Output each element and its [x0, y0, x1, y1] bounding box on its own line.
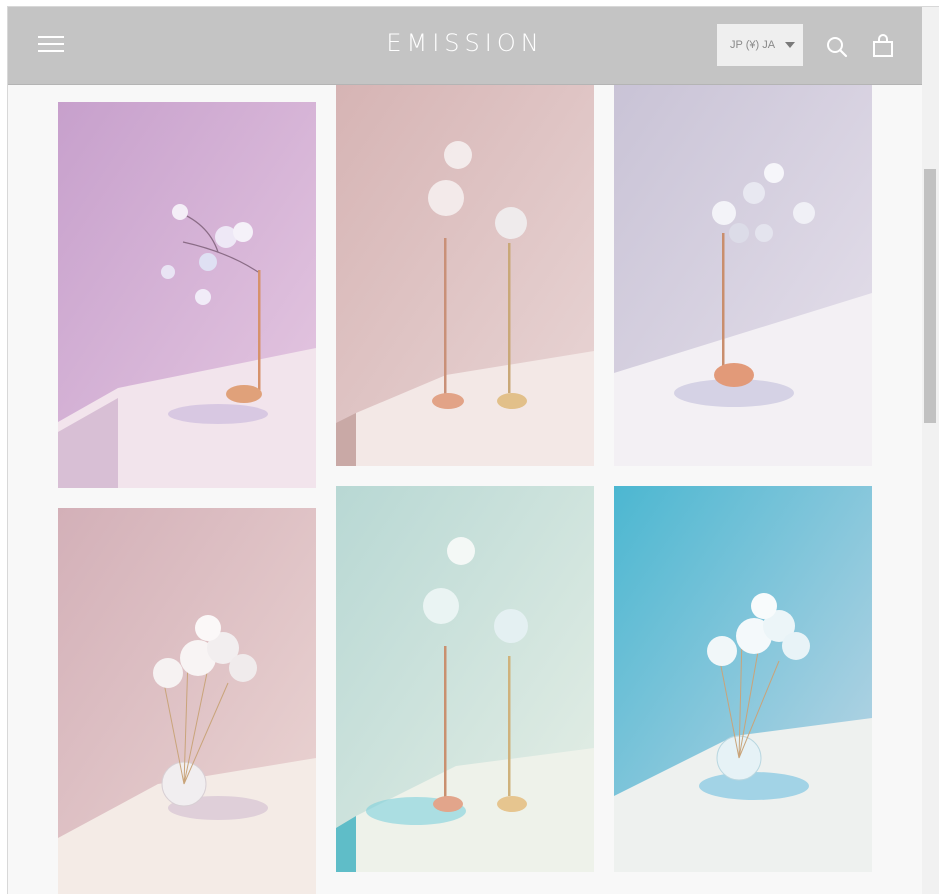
scrollbar-track[interactable]	[922, 7, 939, 894]
search-icon[interactable]	[826, 36, 848, 58]
photo-bouquet-blue	[614, 486, 872, 872]
gallery-image-4[interactable]	[58, 508, 316, 894]
caret-down-icon	[785, 42, 795, 48]
locale-label: JP (¥) JA	[730, 39, 776, 51]
photo-two-stems-pink	[336, 83, 594, 466]
scrollbar-thumb[interactable]	[924, 169, 936, 423]
photo-lilac-branch	[58, 102, 316, 488]
photo-bouquet-pink	[58, 508, 316, 894]
photo-two-stems-mint	[336, 486, 594, 872]
gallery-image-3[interactable]	[614, 83, 872, 466]
browser-viewport: EMISSION JP (¥) JA	[7, 6, 939, 894]
gallery-image-2[interactable]	[336, 83, 594, 466]
gallery-image-6[interactable]	[614, 486, 872, 872]
locale-selector[interactable]: JP (¥) JA	[717, 24, 803, 66]
site-header: EMISSION JP (¥) JA	[8, 7, 922, 85]
shopping-bag-icon[interactable]	[872, 34, 894, 58]
gallery-image-1[interactable]	[58, 102, 316, 488]
photo-silver-branch-grey	[614, 83, 872, 466]
gallery-image-5[interactable]	[336, 486, 594, 872]
